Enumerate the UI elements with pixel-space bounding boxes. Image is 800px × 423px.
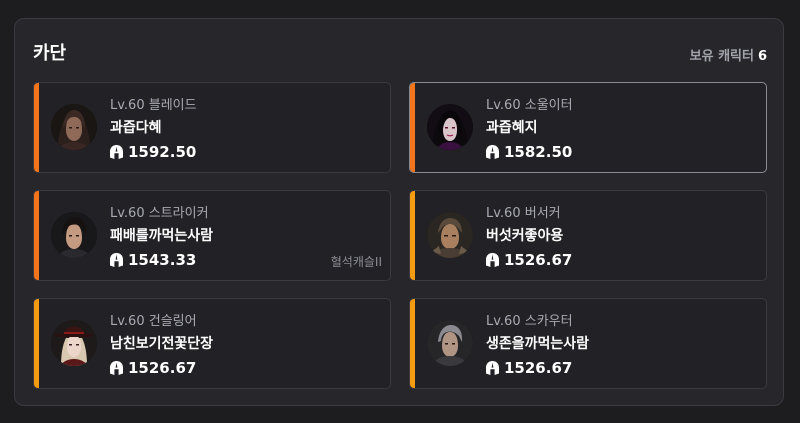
avatar [427, 320, 473, 366]
character-card[interactable]: Lv.60 소울이터 과즙혜지 1582.50 [409, 82, 767, 173]
item-level-value: 1526.67 [504, 359, 573, 377]
item-level-value: 1582.50 [504, 143, 573, 161]
character-card[interactable]: Lv.60 스트라이커 패배를까먹는사람 1543.33 혈석캐슬II [33, 190, 391, 281]
character-count: 보유 캐릭터 6 [690, 45, 767, 64]
character-card[interactable]: Lv.60 블레이드 과즙다혜 1592.50 [33, 82, 391, 173]
accent-bar [410, 299, 415, 388]
character-name: 패배를까먹는사람 [110, 228, 214, 244]
avatar [51, 320, 97, 366]
helmet-icon [486, 253, 499, 267]
avatar [51, 104, 97, 150]
character-card[interactable]: Lv.60 스카우터 생존을까먹는사람 1526.67 [409, 298, 767, 389]
helmet-icon [110, 361, 123, 375]
character-name: 과즙다혜 [110, 120, 162, 136]
item-level-value: 1526.67 [128, 359, 197, 377]
character-card[interactable]: Lv.60 버서커 버섯커좋아용 1526.67 [409, 190, 767, 281]
character-level-class: Lv.60 블레이드 [110, 98, 197, 113]
accent-bar [34, 299, 39, 388]
accent-bar [410, 83, 415, 172]
avatar [427, 212, 473, 258]
helmet-icon [486, 361, 499, 375]
character-level-class: Lv.60 버서커 [486, 206, 561, 221]
character-level-class: Lv.60 스트라이커 [110, 206, 209, 221]
accent-bar [34, 83, 39, 172]
character-name: 남친보기전꽃단장 [110, 336, 214, 352]
helmet-icon [110, 253, 123, 267]
character-level-class: Lv.60 건슬링어 [110, 314, 197, 329]
character-name: 생존을까먹는사람 [486, 336, 590, 352]
character-count-label: 보유 캐릭터 [689, 49, 754, 64]
item-level: 1592.50 [110, 143, 196, 161]
item-level: 1543.33 [110, 251, 196, 269]
item-level: 1582.50 [486, 143, 572, 161]
helmet-icon [486, 145, 499, 159]
item-level: 1526.67 [110, 359, 196, 377]
item-level-value: 1543.33 [128, 251, 197, 269]
accent-bar [410, 191, 415, 280]
server-title: 카단 [33, 43, 67, 64]
character-card[interactable]: Lv.60 건슬링어 남친보기전꽃단장 1526.67 [33, 298, 391, 389]
item-level-value: 1592.50 [128, 143, 197, 161]
character-level-class: Lv.60 소울이터 [486, 98, 573, 113]
accent-bar [34, 191, 39, 280]
character-grid: Lv.60 블레이드 과즙다혜 1592.50 Lv.60 소울이터 과즙혜지 … [33, 82, 767, 389]
helmet-icon [110, 145, 123, 159]
character-name: 과즙혜지 [486, 120, 538, 136]
item-level: 1526.67 [486, 359, 572, 377]
character-tag: 혈석캐슬II [330, 255, 382, 269]
item-level-value: 1526.67 [504, 251, 573, 269]
avatar [51, 212, 97, 258]
avatar [427, 104, 473, 150]
item-level: 1526.67 [486, 251, 572, 269]
character-level-class: Lv.60 스카우터 [486, 314, 573, 329]
roster-panel: 카단 보유 캐릭터 6 Lv.60 블레이드 과즙다혜 1592.50 Lv.6… [14, 18, 784, 406]
character-count-value: 6 [757, 49, 767, 64]
character-name: 버섯커좋아용 [486, 228, 564, 244]
